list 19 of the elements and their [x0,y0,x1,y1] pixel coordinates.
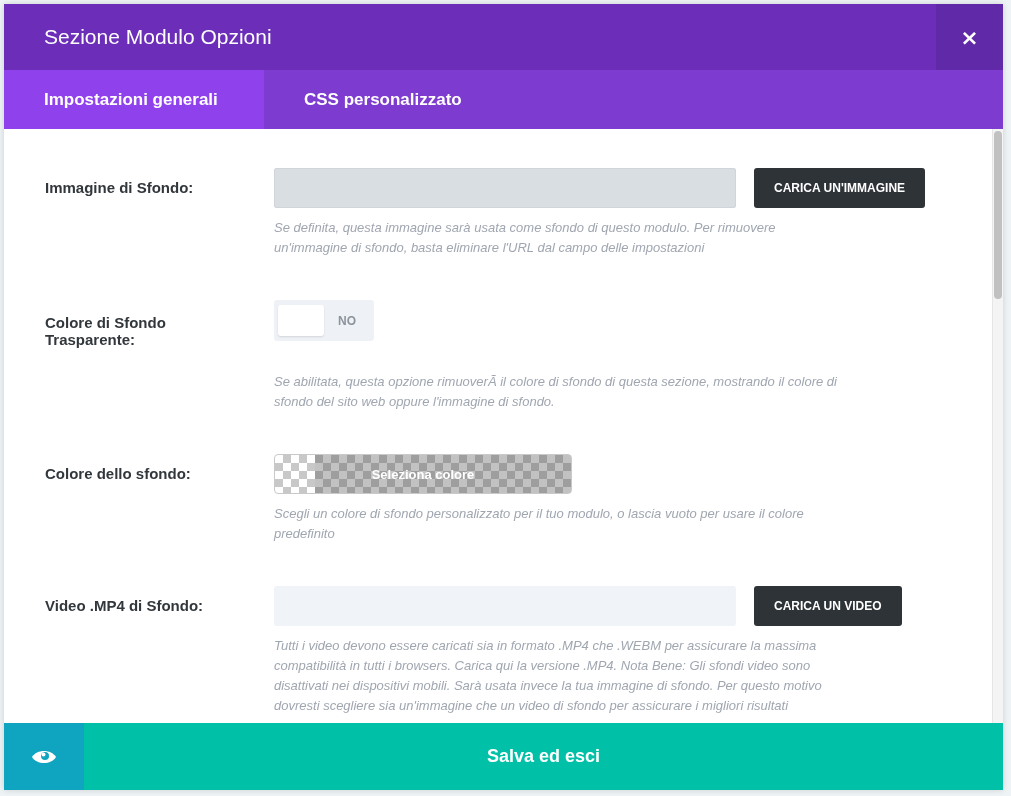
eye-icon [31,748,57,765]
help-text: Scegli un colore di sfondo personalizzato per il tuo modulo, o lascia vuoto per usare il colore predefinito [274,505,805,543]
help-text: Tutti i video devono essere caricati sia in formato .MP4 che .WEBM per assicurare la massima compatibilità in tutti i browsers. Carica qui la versione .MP4. Nota Bene: Gli sfondi video sono disattivati nei dispositivi mobili. Sarà usata invece la tua immagine di sfondo. Per questo motivo dovresti scegliere sia un'immagine che un video di sfondo per assicurare i migliori risultati [274,637,823,715]
scrollbar-thumb[interactable] [994,131,1002,299]
setting-label: Colore di Sfondo Trasparente: [45,313,167,350]
upload-button[interactable]: CARICA UN'IMMAGINE [754,168,926,208]
help-text: Se definita, questa immagine sarà usata come sfondo di questo modulo. Per rimuovere un'immagine di sfondo, basta eliminare l'URL dal campo delle impostazioni [274,219,777,257]
setting-label: Colore dello sfondo: [45,464,192,484]
tab[interactable]: CSS personalizzato [264,70,502,129]
close-button[interactable]: × [936,4,1003,70]
help-text: Se abilitata, questa opzione rimuoverÃ il colore di sfondo di questa sezione, mostrando il colore di sfondo del sito web oppure l'immagine di sfondo. [274,373,838,411]
tab[interactable]: Impostazioni generali [4,70,264,129]
preview-button[interactable] [4,723,84,790]
scrollbar[interactable] [992,129,1003,723]
setting-label: Immagine di Sfondo: [45,178,195,198]
url-field[interactable] [274,168,736,208]
window-title: Sezione Modulo Opzioni [43,25,273,49]
setting-label: Video .MP4 di Sfondo: [45,596,205,616]
upload-button[interactable]: CARICA UN VIDEO [754,586,902,626]
